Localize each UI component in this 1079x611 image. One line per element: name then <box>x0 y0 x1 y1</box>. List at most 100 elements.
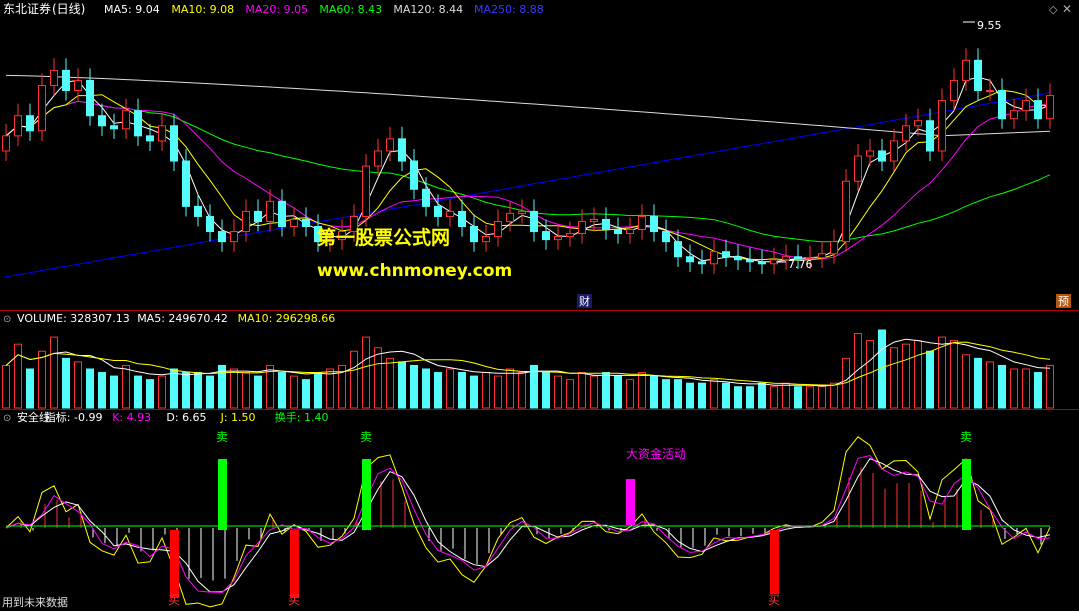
legend-item: MA20: 9.05 <box>245 3 308 16</box>
candle <box>974 59 982 92</box>
candle <box>698 261 706 265</box>
volume-bar <box>182 372 190 409</box>
candle <box>38 84 46 132</box>
volume-bar <box>986 361 994 409</box>
volume-bar <box>506 368 514 409</box>
candle <box>986 90 994 93</box>
chevron-down-icon[interactable]: ⊙ <box>3 413 11 424</box>
candle <box>122 110 130 130</box>
candle <box>866 150 874 157</box>
legend-item: VOLUME: 328307.13 <box>17 312 130 325</box>
buy-signal-label: 买 <box>168 593 180 607</box>
candle <box>410 160 418 190</box>
volume-bar <box>734 386 742 409</box>
volume-bar <box>914 340 922 409</box>
sell-signal-label: 卖 <box>216 430 228 444</box>
candle <box>842 180 850 243</box>
sell-signal-label: 卖 <box>960 430 972 444</box>
legend-item: 换手: 1.40 <box>275 410 329 424</box>
candle <box>86 79 94 117</box>
volume-bar <box>542 372 550 409</box>
candle <box>1022 100 1030 112</box>
candle <box>950 79 958 102</box>
candle <box>74 79 82 92</box>
candle <box>230 231 238 243</box>
volume-bar <box>86 368 94 409</box>
volume-bar <box>854 333 862 409</box>
volume-bar <box>626 379 634 409</box>
volume-bar <box>110 375 118 409</box>
d-line <box>5 457 1051 593</box>
j-line <box>5 436 1051 608</box>
legend-item: MA10: 296298.66 <box>238 312 336 325</box>
candle <box>374 150 382 167</box>
candle <box>98 115 106 127</box>
volume-bar <box>314 372 322 409</box>
buy-signal <box>290 530 299 598</box>
period-label: (日线) <box>52 2 85 16</box>
chevron-down-icon[interactable]: ⊙ <box>3 314 11 325</box>
volume-bar <box>2 364 10 409</box>
legend-item: MA120: 8.44 <box>393 3 463 16</box>
candle <box>914 120 922 127</box>
candle <box>926 120 934 152</box>
candle <box>674 241 682 258</box>
close-icon[interactable]: ✕ <box>1062 2 1072 16</box>
candle <box>854 155 862 182</box>
candle <box>386 138 394 152</box>
volume-bar <box>758 382 766 409</box>
volume-bar <box>194 372 202 409</box>
sell-signal <box>362 459 371 530</box>
candle <box>938 100 946 152</box>
sell-signal-label: 卖 <box>360 430 372 444</box>
stock-name: 东北证券 <box>3 1 51 16</box>
volume-bar <box>578 372 586 409</box>
volume-bar <box>398 361 406 409</box>
candle <box>278 200 286 228</box>
watermark-title: 第一股票公式网 <box>317 226 450 249</box>
volume-bar <box>662 379 670 409</box>
volume-bar <box>794 386 802 409</box>
ma60-line <box>5 100 1051 243</box>
diamond-icon[interactable]: ◇ <box>1049 3 1058 16</box>
candle <box>470 226 478 243</box>
candle <box>110 125 118 130</box>
candle <box>2 135 10 152</box>
legend-item: K: 4.93 <box>112 411 151 424</box>
candle <box>482 236 490 243</box>
candle <box>494 220 502 238</box>
volume-bar <box>158 375 166 409</box>
candle <box>542 231 550 241</box>
volume-bar <box>62 357 70 409</box>
candle <box>614 229 622 235</box>
volume-bar <box>470 375 478 409</box>
volume-bar <box>974 357 982 409</box>
volume-bar <box>122 364 130 409</box>
sell-signal <box>218 459 227 530</box>
volume-bar <box>302 379 310 409</box>
k-line <box>5 454 1051 594</box>
volume-bar <box>566 379 574 409</box>
candle <box>26 115 34 132</box>
volume-bar <box>638 372 646 409</box>
candle <box>146 135 154 142</box>
low-price-label: 7.76 <box>788 258 813 271</box>
volume-bar <box>170 368 178 409</box>
high-price-label: 9.55 <box>977 19 1002 32</box>
candle <box>554 236 562 241</box>
legend-item: D: 6.65 <box>166 411 206 424</box>
legend-item: MA10: 9.08 <box>171 3 234 16</box>
candle <box>578 220 586 235</box>
stock-chart[interactable]: 卖 卖 卖买 买 买 大资金活动 东北证券 (日线) MA5: 9.04 MA10: 9.0… <box>0 0 1079 611</box>
candle <box>650 215 658 233</box>
candle <box>506 212 514 222</box>
candle <box>1010 110 1018 120</box>
footer-note: 用到未来数据 <box>2 595 68 609</box>
volume-bar <box>446 368 454 409</box>
candle <box>902 125 910 142</box>
volume-bar <box>434 372 442 409</box>
volume-bar <box>290 375 298 409</box>
candle <box>254 210 262 222</box>
candle <box>50 69 58 86</box>
candle <box>566 233 574 238</box>
